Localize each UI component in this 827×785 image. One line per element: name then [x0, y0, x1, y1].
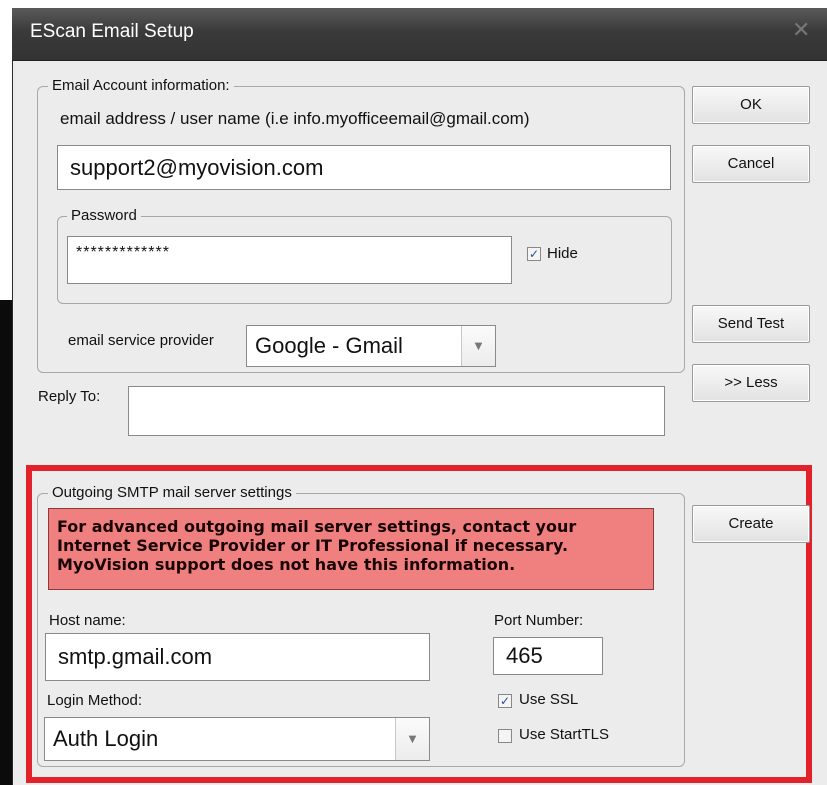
cancel-button[interactable]: Cancel [692, 145, 810, 183]
host-name-label: Host name: [49, 612, 126, 629]
create-button[interactable]: Create [692, 505, 810, 543]
warning-line: MyoVision support does not have this inf… [57, 555, 516, 574]
background-area [0, 0, 12, 785]
send-test-button[interactable]: Send Test [692, 305, 810, 343]
login-method-dropdown[interactable]: Auth Login ▼ [44, 717, 430, 761]
email-account-legend: Email Account information: [48, 77, 234, 94]
reply-to-label: Reply To: [38, 388, 101, 405]
password-legend: Password [67, 207, 141, 224]
smtp-warning-box: For advanced outgoing mail server settin… [48, 508, 654, 590]
use-ssl-label: Use SSL [519, 691, 579, 708]
port-number-field[interactable]: 465 [493, 637, 603, 675]
provider-value: Google - Gmail [255, 333, 403, 358]
ok-button[interactable]: OK [692, 86, 810, 124]
password-field[interactable]: ************* [67, 236, 512, 284]
provider-label: email service provider [68, 332, 214, 349]
chevron-down-icon[interactable]: ▼ [395, 718, 429, 760]
warning-line: For advanced outgoing mail server settin… [57, 517, 577, 536]
smtp-settings-legend: Outgoing SMTP mail server settings [48, 484, 296, 501]
hide-password-label: Hide [547, 245, 578, 262]
port-number-label: Port Number: [494, 612, 584, 629]
close-icon[interactable]: ✕ [792, 18, 810, 43]
hide-password-checkbox[interactable]: ✓ [527, 247, 541, 261]
warning-line: Internet Service Provider or IT Professi… [57, 536, 569, 555]
use-starttls-checkbox[interactable] [498, 729, 512, 743]
use-ssl-checkbox[interactable]: ✓ [498, 694, 512, 708]
provider-dropdown[interactable]: Google - Gmail ▼ [246, 325, 496, 367]
window-title: EScan Email Setup [30, 21, 194, 42]
use-starttls-label: Use StartTLS [519, 726, 610, 743]
login-method-value: Auth Login [53, 726, 159, 751]
email-hint-label: email address / user name (i.e info.myof… [60, 109, 530, 128]
login-method-label: Login Method: [47, 692, 143, 709]
reply-to-field[interactable] [128, 386, 665, 436]
email-address-field[interactable]: support2@myovision.com [57, 145, 671, 190]
chevron-down-icon[interactable]: ▼ [461, 326, 495, 366]
host-name-field[interactable]: smtp.gmail.com [45, 633, 430, 681]
less-button[interactable]: >> Less [692, 364, 810, 402]
